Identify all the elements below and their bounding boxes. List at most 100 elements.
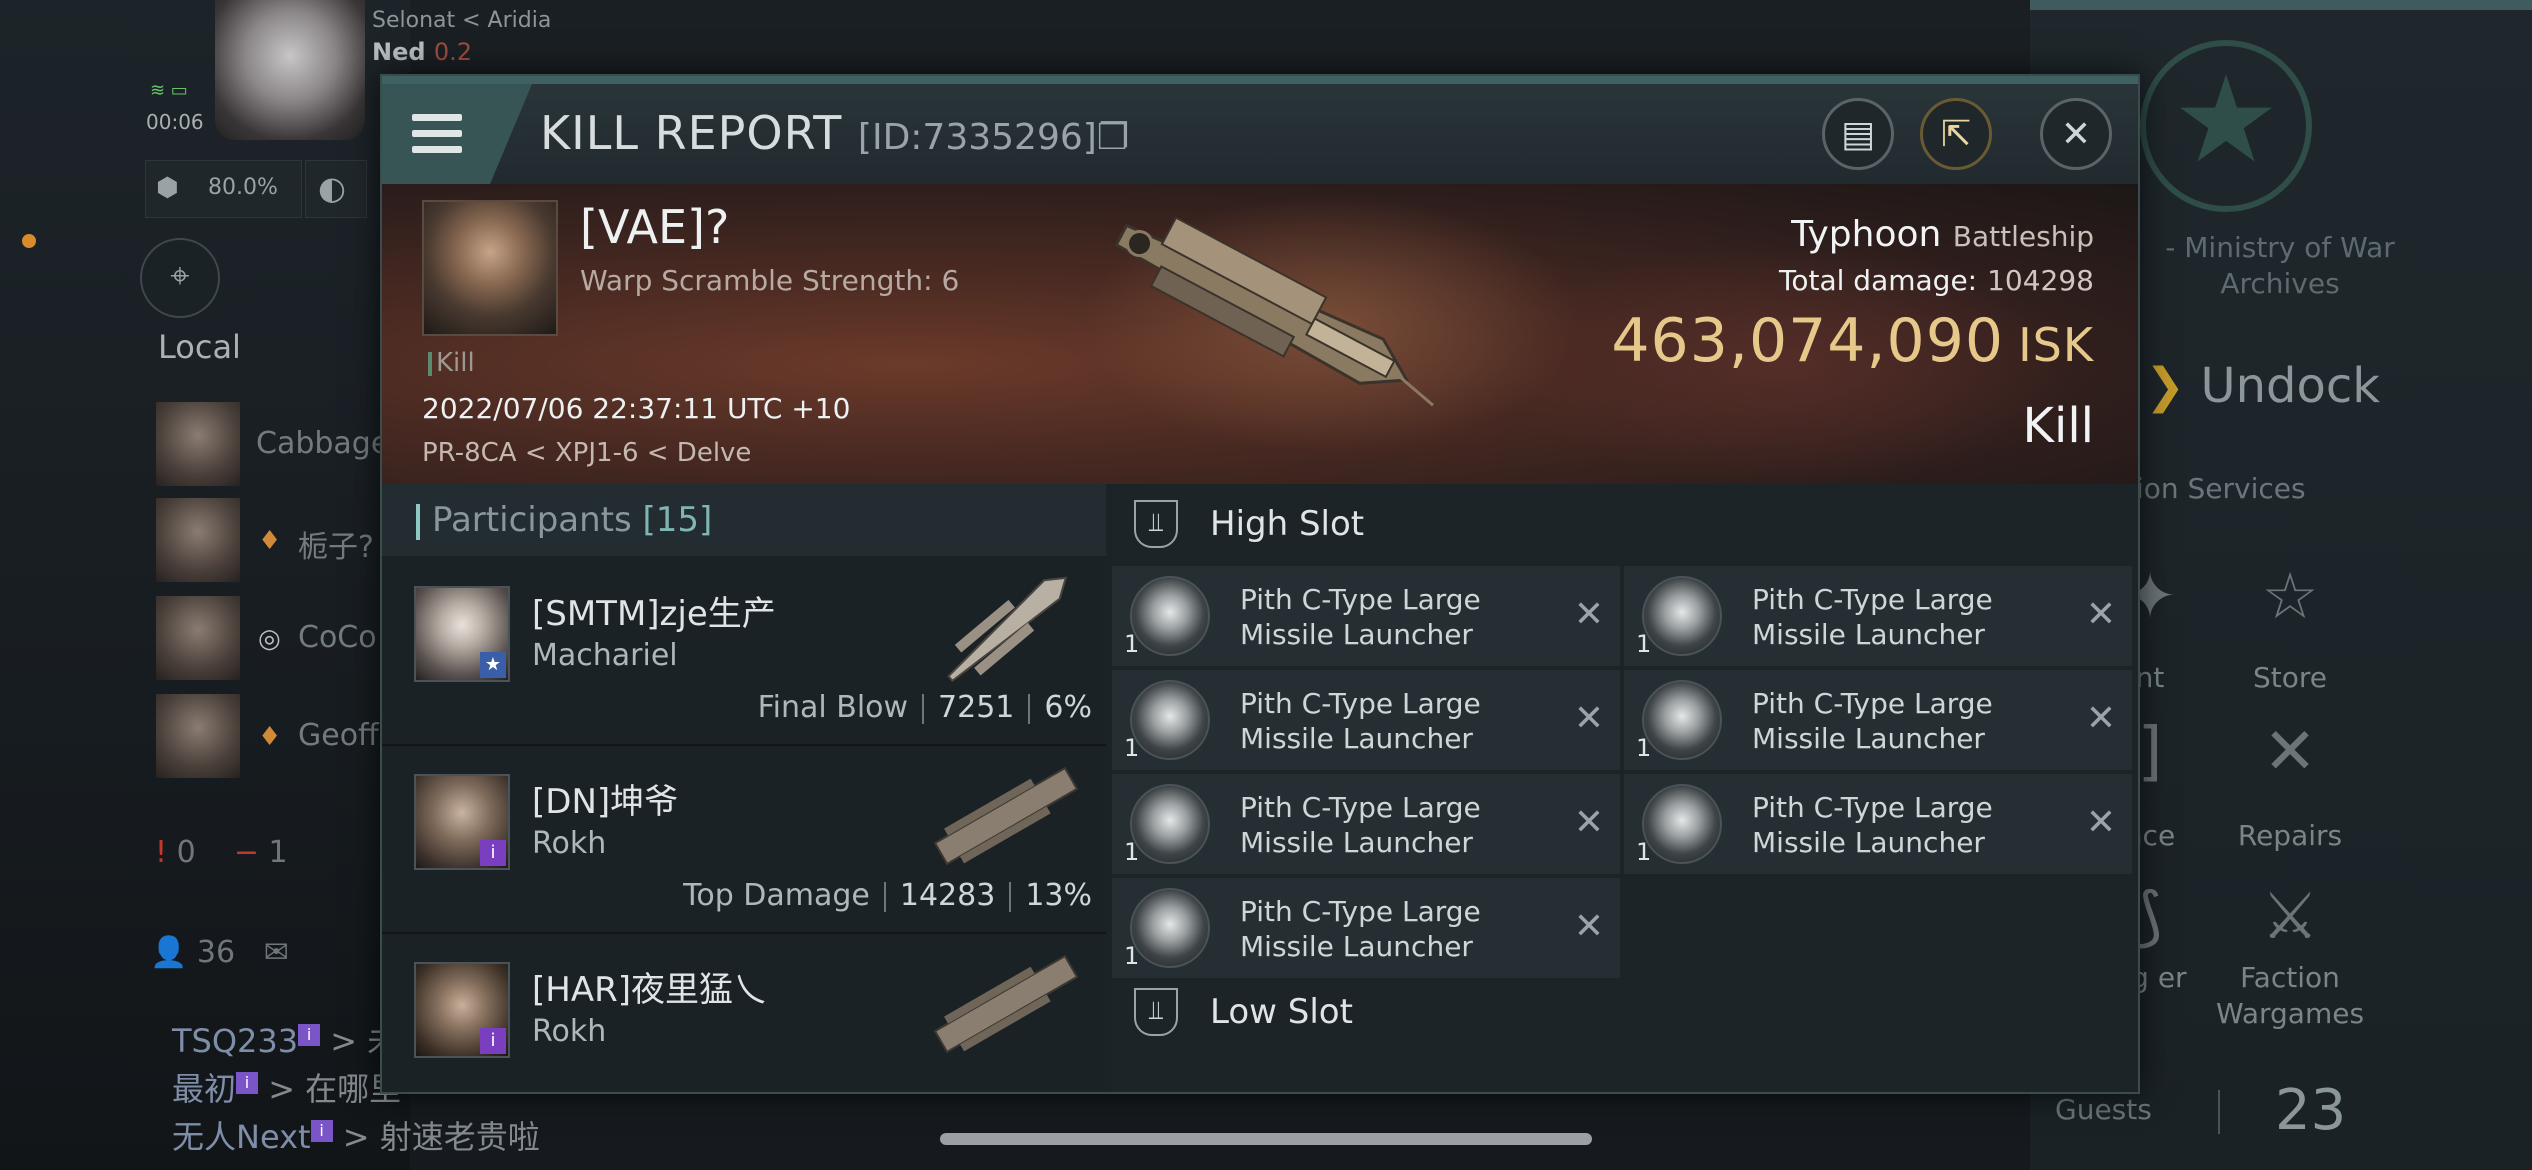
- service-store[interactable]: Store: [2200, 660, 2380, 696]
- medal-icon: ♦: [258, 526, 282, 556]
- wargames-icon: ⚔: [2261, 880, 2319, 954]
- cargo-button[interactable]: ⬢ 80.0%: [145, 160, 302, 218]
- people-count: 36: [196, 935, 236, 970]
- participant-ship: Rokh: [532, 826, 607, 861]
- share-button[interactable]: ⇱: [1920, 98, 1992, 170]
- minus-count: 1: [268, 835, 288, 870]
- destroyed-icon: ✕: [1573, 594, 1604, 635]
- page-title: KILL REPORT [ID:7335296]❐: [540, 106, 1129, 160]
- close-icon: ✕: [2060, 114, 2092, 155]
- module-item[interactable]: 1 Pith C-Type Large Missile Launcher ✕: [1624, 670, 2132, 770]
- total-damage-value: 104298: [1987, 264, 2094, 297]
- participant-ship-icon: [947, 576, 1068, 683]
- stat-divider: [922, 693, 925, 724]
- module-item[interactable]: 1 Pith C-Type Large Missile Launcher ✕: [1624, 774, 2132, 874]
- module-item[interactable]: 1 Pith C-Type Large Missile Launcher ✕: [1624, 566, 2132, 666]
- people-icon[interactable]: 👤: [150, 935, 187, 970]
- participant-row[interactable]: i [DN]坤爷 Rokh Top Damage 14283 13%: [382, 746, 1106, 934]
- participant-name: [SMTM]zje生产: [532, 594, 776, 634]
- corp-badge-icon: i: [480, 1028, 506, 1054]
- missile-launcher-icon: [1130, 680, 1210, 760]
- planet-button[interactable]: ◐: [305, 160, 367, 218]
- corp-badge-icon: ★: [480, 652, 506, 678]
- medal-icon: ◎: [258, 624, 281, 654]
- service-faction-wargames[interactable]: Faction Wargames: [2200, 960, 2380, 1032]
- system-name[interactable]: Selonat < Aridia: [372, 8, 551, 33]
- copy-icon[interactable]: ❐: [1097, 117, 1129, 158]
- home-indicator[interactable]: [940, 1133, 1592, 1145]
- fittings-panel: ⫫ High Slot 1 Pith C-Type Large Missile …: [1112, 484, 2138, 1092]
- clipboard-button[interactable]: ▤: [1822, 98, 1894, 170]
- chat-user[interactable]: 无人Next: [172, 1118, 311, 1156]
- isk-value: 463,074,090 ISK: [1611, 306, 2094, 376]
- participant-row[interactable]: i [HAR]夜里猛乀 Rokh: [382, 934, 1106, 1092]
- participant-ship: Machariel: [532, 638, 678, 673]
- pilot-name-text: Ned: [372, 38, 426, 66]
- participant-name: [HAR]夜里猛乀: [532, 970, 767, 1010]
- kill-location[interactable]: PR-8CA < XPJ1-6 < Delve: [422, 438, 751, 468]
- destroyed-icon: ✕: [2085, 594, 2116, 635]
- standing-counts: ! 0 − 1: [155, 835, 288, 870]
- member-portrait: [156, 596, 240, 680]
- member-name: CoCo: [298, 620, 377, 655]
- destroyed-icon: ✕: [1573, 698, 1604, 739]
- ship-type[interactable]: Typhoon: [1791, 214, 1941, 255]
- kill-tag-text: Kill: [436, 348, 475, 378]
- destroyed-icon: ✕: [1573, 802, 1604, 843]
- module-name: Pith C-Type Large Missile Launcher: [1752, 791, 1993, 859]
- local-member[interactable]: Cabbage: [150, 396, 410, 488]
- local-member[interactable]: 栀子? ♦: [150, 492, 410, 584]
- pilot-avatar[interactable]: [215, 0, 365, 140]
- undock-button[interactable]: ❯ Undock: [2145, 358, 2380, 414]
- missile-launcher-icon: [1642, 680, 1722, 760]
- victim-name[interactable]: [VAE]?: [580, 200, 729, 254]
- participant-damage: 14283: [899, 878, 996, 913]
- chat-text: > 射速老贵啦: [342, 1118, 540, 1156]
- clock: 00:06: [146, 110, 204, 134]
- participant-ship-icon: [933, 954, 1079, 1054]
- local-member[interactable]: Geoff ♦: [150, 688, 410, 780]
- participant-percent: 13%: [1025, 878, 1092, 913]
- kill-id: [ID:7335296]: [857, 117, 1097, 158]
- service-repairs[interactable]: Repairs: [2200, 818, 2380, 854]
- chat-tabs: 👤 36 ✉: [150, 935, 410, 985]
- undock-chevron-icon: ❯: [2145, 358, 2186, 414]
- hamburger-icon: [412, 114, 462, 162]
- participants-count: [15]: [642, 500, 713, 540]
- participant-row[interactable]: ★ [SMTM]zje生产 Machariel Final Blow 7251 6%: [382, 558, 1106, 746]
- member-name: Cabbage: [256, 426, 390, 461]
- stat-divider: [1028, 693, 1031, 724]
- location-button[interactable]: ⌖: [140, 238, 220, 318]
- chat-user[interactable]: 最初: [172, 1070, 236, 1108]
- module-quantity: 1: [1636, 838, 1652, 866]
- victim-ship-render[interactable]: [1082, 214, 1462, 414]
- hostile-count: 0: [176, 835, 196, 870]
- corp-badge-icon: i: [480, 840, 506, 866]
- result-label: Kill: [2022, 398, 2094, 454]
- kill-tag: Kill: [428, 348, 475, 378]
- module-item[interactable]: 1 Pith C-Type Large Missile Launcher ✕: [1112, 566, 1620, 666]
- mail-icon[interactable]: ✉: [264, 935, 289, 970]
- security-status: 0.2: [433, 38, 473, 66]
- module-item[interactable]: 1 Pith C-Type Large Missile Launcher ✕: [1112, 670, 1620, 770]
- module-item[interactable]: 1 Pith C-Type Large Missile Launcher ✕: [1112, 878, 1620, 978]
- victim-portrait[interactable]: [422, 200, 558, 336]
- participants-panel: Participants [15] ★ [SMTM]zje生产 Macharie…: [382, 484, 1106, 1092]
- info-badge-icon: i: [298, 1024, 321, 1047]
- cargo-percent: 80.0%: [208, 175, 278, 200]
- participant-ship: Rokh: [532, 1014, 607, 1049]
- guests-count[interactable]: 23: [2275, 1078, 2346, 1143]
- module-name: Pith C-Type Large Missile Launcher: [1240, 895, 1481, 963]
- module-quantity: 1: [1124, 838, 1140, 866]
- close-button[interactable]: ✕: [2040, 98, 2112, 170]
- chat-message: 最初 i > 在哪里: [172, 1064, 401, 1110]
- chat-user[interactable]: TSQ233: [172, 1022, 298, 1060]
- module-name: Pith C-Type Large Missile Launcher: [1240, 687, 1481, 755]
- local-chat-title[interactable]: Local: [158, 328, 241, 366]
- missile-launcher-icon: [1642, 576, 1722, 656]
- module-item[interactable]: 1 Pith C-Type Large Missile Launcher ✕: [1112, 774, 1620, 874]
- module-quantity: 1: [1636, 630, 1652, 658]
- participant-portrait: ★: [414, 586, 510, 682]
- share-icon: ⇱: [1940, 114, 1972, 155]
- local-member[interactable]: CoCo ◎: [150, 590, 410, 682]
